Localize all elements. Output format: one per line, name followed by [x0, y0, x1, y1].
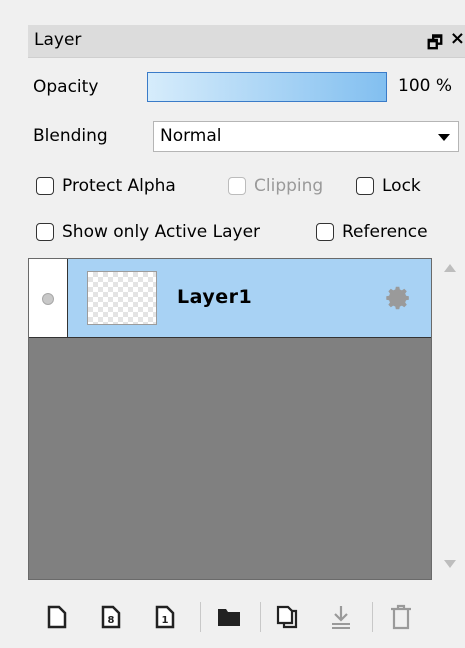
merge-down-button[interactable] — [326, 602, 356, 632]
svg-text:1: 1 — [162, 615, 169, 626]
new-folder-icon — [218, 609, 240, 626]
blending-label: Blending — [33, 126, 108, 146]
opacity-fill — [148, 73, 386, 101]
new-1bit-layer-button[interactable]: 1 — [150, 602, 180, 632]
clipping-label: Clipping — [254, 176, 324, 196]
visibility-toggle[interactable] — [29, 259, 68, 337]
layer-thumbnail — [87, 271, 157, 325]
delete-layer-icon — [391, 604, 411, 630]
layer-toolbar: 8 1 — [30, 590, 450, 640]
layer-row[interactable]: Layer1 — [29, 259, 431, 338]
reference-checkbox[interactable]: Reference — [316, 222, 428, 242]
float-window-icon[interactable]: 🗗 — [427, 30, 443, 59]
clipping-box[interactable] — [228, 177, 246, 195]
lock-label: Lock — [382, 176, 421, 196]
visibility-dot-icon — [42, 293, 54, 305]
opacity-value: 100 % — [398, 76, 453, 96]
chevron-down-icon — [438, 134, 450, 141]
merge-down-icon — [332, 606, 350, 629]
layer-list[interactable]: Layer1 — [28, 258, 432, 580]
new-8bit-layer-icon: 8 — [101, 605, 121, 629]
new-layer-button[interactable] — [42, 602, 72, 632]
toolbar-divider — [200, 602, 201, 632]
protect-alpha-box[interactable] — [36, 177, 54, 195]
protect-alpha-checkbox[interactable]: Protect Alpha — [36, 176, 176, 196]
clipping-checkbox[interactable]: Clipping — [228, 176, 323, 196]
gear-icon[interactable] — [385, 285, 411, 311]
new-layer-icon — [47, 605, 67, 629]
show-only-active-checkbox[interactable]: Show only Active Layer — [36, 222, 260, 242]
duplicate-layer-icon — [276, 605, 298, 629]
lock-checkbox[interactable]: Lock — [356, 176, 421, 196]
scroll-up-arrow[interactable] — [444, 264, 456, 272]
toolbar-divider — [372, 602, 373, 632]
reference-box[interactable] — [316, 223, 334, 241]
new-folder-button[interactable] — [214, 602, 244, 632]
new-8bit-layer-button[interactable]: 8 — [96, 602, 126, 632]
panel-title: Layer — [34, 30, 82, 50]
reference-label: Reference — [342, 222, 428, 242]
panel-titlebar: Layer 🗗 × — [28, 25, 465, 58]
close-icon[interactable]: × — [450, 28, 465, 49]
blending-select[interactable]: Normal — [153, 121, 459, 152]
delete-layer-button[interactable] — [386, 602, 416, 632]
blending-value: Normal — [160, 126, 222, 146]
layer-name: Layer1 — [177, 286, 253, 308]
scroll-down-arrow[interactable] — [444, 560, 456, 568]
lock-box[interactable] — [356, 177, 374, 195]
svg-text:8: 8 — [108, 615, 115, 626]
new-1bit-layer-icon: 1 — [155, 605, 175, 629]
show-only-active-label: Show only Active Layer — [62, 222, 261, 242]
opacity-label: Opacity — [33, 77, 99, 97]
toolbar-divider — [260, 602, 261, 632]
opacity-slider[interactable] — [147, 72, 387, 102]
protect-alpha-label: Protect Alpha — [62, 176, 176, 196]
duplicate-layer-button[interactable] — [274, 602, 304, 632]
show-only-active-box[interactable] — [36, 223, 54, 241]
